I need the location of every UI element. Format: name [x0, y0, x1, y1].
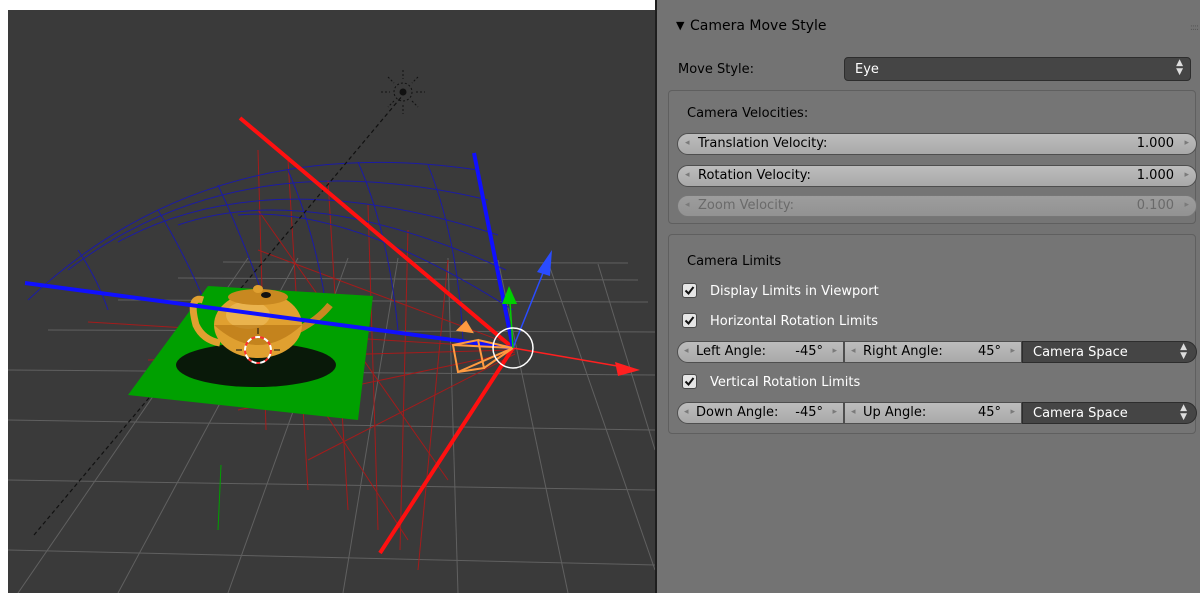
increment-arrow-icon[interactable]: ▸ [1010, 407, 1015, 417]
move-style-value: Eye [855, 62, 879, 77]
up-angle-label: Up Angle: [863, 405, 927, 420]
triangle-down-icon[interactable]: ▼ [676, 19, 684, 32]
3d-viewport[interactable] [8, 10, 655, 593]
down-angle-field[interactable]: ◂ Down Angle: -45° ▸ [677, 402, 844, 424]
checkmark-icon [684, 316, 695, 326]
move-style-dropdown[interactable]: Eye ▲ ▼ [844, 57, 1191, 81]
increment-arrow-icon[interactable]: ▸ [1184, 170, 1189, 180]
decrement-arrow-icon[interactable]: ◂ [685, 200, 690, 210]
horizontal-limits-label[interactable]: Horizontal Rotation Limits [710, 314, 878, 329]
down-angle-value: -45° [795, 405, 823, 420]
horizontal-limits-checkbox[interactable] [682, 313, 697, 328]
decrement-arrow-icon[interactable]: ◂ [685, 138, 690, 148]
vertical-limits-checkbox[interactable] [682, 374, 697, 389]
horizontal-space-dropdown[interactable]: Camera Space ▲ ▼ [1022, 341, 1197, 363]
zoom-velocity-label: Zoom Velocity: [698, 198, 795, 213]
drag-grip-icon[interactable]: :::: [1190, 23, 1199, 33]
display-limits-label[interactable]: Display Limits in Viewport [710, 284, 879, 299]
camera-limits-box: Camera Limits Display Limits in Viewport… [668, 234, 1197, 434]
rotation-velocity-label: Rotation Velocity: [698, 168, 811, 183]
translation-velocity-label: Translation Velocity: [698, 136, 828, 151]
updown-arrows-icon: ▲ ▼ [1176, 58, 1183, 77]
panel-title: Camera Move Style [690, 18, 827, 34]
right-angle-field[interactable]: ◂ Right Angle: 45° ▸ [844, 341, 1022, 363]
increment-arrow-icon[interactable]: ▸ [832, 407, 837, 417]
zoom-velocity-value: 0.100 [1136, 198, 1174, 213]
up-angle-value: 45° [977, 405, 1001, 420]
rotation-velocity-value: 1.000 [1136, 168, 1174, 183]
left-angle-value: -45° [795, 344, 823, 359]
panel-header[interactable]: ▼ Camera Move Style :::: [657, 10, 1200, 46]
down-angle-label: Down Angle: [696, 405, 779, 420]
right-angle-label: Right Angle: [863, 344, 943, 359]
decrement-arrow-icon[interactable]: ◂ [851, 407, 856, 417]
left-angle-label: Left Angle: [696, 344, 766, 359]
decrement-arrow-icon[interactable]: ◂ [685, 170, 690, 180]
translation-velocity-slider[interactable]: ◂ Translation Velocity: 1.000 ▸ [677, 133, 1197, 155]
display-limits-checkbox[interactable] [682, 283, 697, 298]
increment-arrow-icon[interactable]: ▸ [1010, 346, 1015, 356]
up-angle-field[interactable]: ◂ Up Angle: 45° ▸ [844, 402, 1022, 424]
move-style-label: Move Style: [678, 62, 755, 77]
vertical-space-dropdown[interactable]: Camera Space ▲ ▼ [1022, 402, 1197, 424]
vertical-space-value: Camera Space [1033, 406, 1128, 421]
checkmark-icon [684, 377, 695, 387]
camera-velocities-box: Camera Velocities: ◂ Translation Velocit… [668, 90, 1197, 224]
increment-arrow-icon[interactable]: ▸ [832, 346, 837, 356]
zoom-velocity-slider[interactable]: ◂ Zoom Velocity: 0.100 ▸ [677, 195, 1197, 217]
translation-velocity-value: 1.000 [1136, 136, 1174, 151]
vertical-limits-label[interactable]: Vertical Rotation Limits [710, 375, 860, 390]
horizontal-space-value: Camera Space [1033, 345, 1128, 360]
increment-arrow-icon[interactable]: ▸ [1184, 200, 1189, 210]
left-angle-field[interactable]: ◂ Left Angle: -45° ▸ [677, 341, 844, 363]
camera-velocities-heading: Camera Velocities: [687, 106, 809, 121]
checkmark-icon [684, 286, 695, 296]
viewport-scene[interactable] [8, 10, 655, 593]
increment-arrow-icon[interactable]: ▸ [1184, 138, 1189, 148]
updown-arrows-icon: ▲ ▼ [1180, 342, 1187, 361]
properties-panel: ▼ Camera Move Style :::: Move Style: Eye… [657, 0, 1200, 593]
rotation-velocity-slider[interactable]: ◂ Rotation Velocity: 1.000 ▸ [677, 165, 1197, 187]
updown-arrows-icon: ▲ ▼ [1180, 403, 1187, 422]
camera-limits-heading: Camera Limits [687, 254, 782, 269]
decrement-arrow-icon[interactable]: ◂ [851, 346, 856, 356]
right-angle-value: 45° [977, 344, 1001, 359]
decrement-arrow-icon[interactable]: ◂ [684, 346, 689, 356]
decrement-arrow-icon[interactable]: ◂ [684, 407, 689, 417]
